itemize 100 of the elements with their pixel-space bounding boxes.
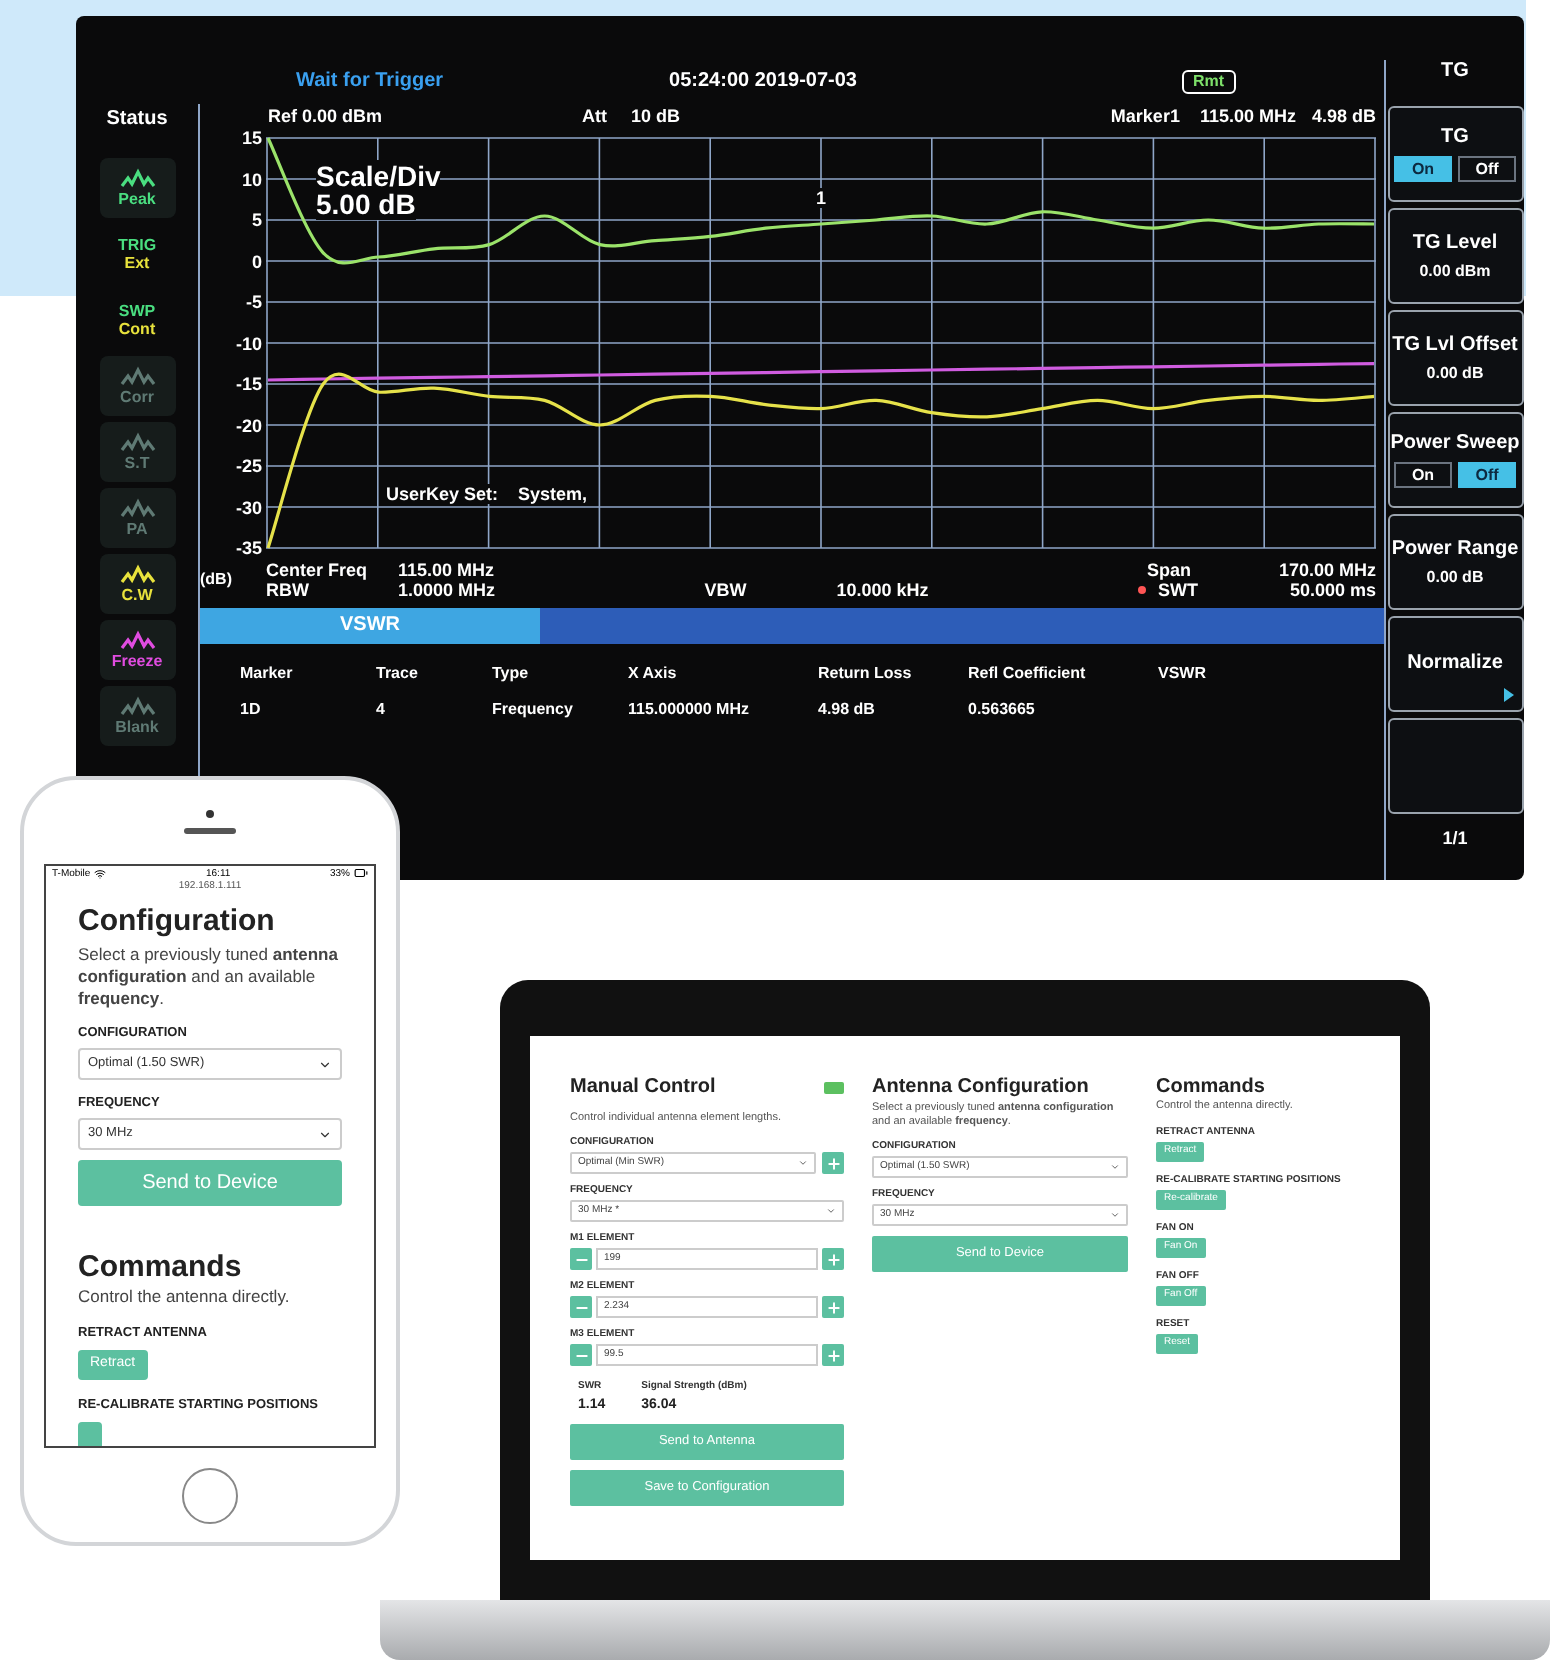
softkey-title: TG	[1441, 60, 1469, 86]
marker-number: 1	[816, 188, 827, 208]
softkey-label: Power Sweep	[1390, 432, 1520, 456]
column-header: Marker	[240, 664, 295, 684]
attenuation-value: 10 dB	[631, 106, 681, 126]
section-description: Select a previously tuned antenna configuration and an available frequency.	[78, 944, 340, 1010]
softkey-button[interactable]: TG Lvl Offset 0.00 dB	[1387, 310, 1523, 406]
increment-button[interactable]	[822, 1296, 844, 1318]
plus-icon	[825, 1347, 841, 1363]
setting-label: RBW	[266, 580, 311, 600]
chevron-down-icon	[318, 1057, 332, 1071]
setting-value: 50.000 ms	[1289, 580, 1376, 600]
status-label: Peak	[118, 190, 156, 208]
home-button[interactable]	[182, 1467, 238, 1523]
column-header: Refl Coefficient	[968, 664, 1088, 684]
chevron-down-icon	[318, 1127, 332, 1141]
axis-tick-label: 5	[251, 210, 262, 230]
status-indicator[interactable]: Blank	[99, 686, 175, 746]
speaker-grille	[184, 828, 236, 834]
table-cell-text: 115.000000 MHz	[628, 700, 751, 720]
status-label: Blank	[115, 718, 159, 736]
decrement-button[interactable]	[570, 1248, 592, 1270]
softkey-button[interactable]: Power Range 0.00 dB	[1387, 514, 1523, 610]
userkey-value: System,	[518, 484, 588, 504]
axis-tick-label: -15	[235, 374, 262, 394]
attenuation-label: Att	[582, 106, 608, 126]
column-header: Return Loss	[818, 664, 914, 684]
remote-badge: Rmt	[1181, 70, 1237, 94]
status-label: C.W	[121, 586, 153, 604]
column-header: Type	[492, 664, 531, 684]
increment-button[interactable]	[822, 1248, 844, 1270]
section-description: Control the antenna directly.	[78, 1286, 292, 1308]
axis-tick-label: -5	[245, 292, 262, 312]
table-cell-text: Frequency	[492, 700, 575, 720]
marker-value: 4.98 dB	[1311, 106, 1376, 126]
status-indicator[interactable]: C.W	[99, 554, 175, 614]
axis-tick-label: -35	[235, 538, 262, 558]
status-label: PA	[126, 520, 148, 538]
status-indicator	[824, 1082, 844, 1094]
userkey-label: UserKey Set:	[386, 484, 499, 504]
axis-tick-label: 0	[251, 251, 262, 271]
column-header: Trace	[376, 664, 420, 684]
axis-tick-label: 10	[241, 169, 262, 189]
marker-frequency: 115.00 MHz	[1199, 106, 1296, 126]
section-title: Antenna Configuration	[872, 1076, 1091, 1100]
chevron-down-icon	[1110, 1210, 1120, 1220]
status-label: SWP	[118, 302, 156, 320]
axis-tick-label: -25	[235, 456, 262, 476]
softkey-label[interactable]: Normalize	[1407, 652, 1503, 676]
table-cell-text: 1D	[240, 700, 263, 720]
chevron-down-icon	[1110, 1162, 1120, 1172]
marker-label: Marker1	[1110, 106, 1180, 126]
decrement-button[interactable]	[570, 1344, 592, 1366]
softkey-label: TG	[1441, 126, 1469, 150]
status-indicator[interactable]: Peak	[99, 158, 175, 218]
status-indicator[interactable]: PA	[99, 488, 175, 548]
axis-tick-label: 15	[241, 128, 262, 148]
section-title: Configuration	[78, 904, 277, 940]
decrement-button[interactable]	[570, 1296, 592, 1318]
status-title: Status	[106, 108, 168, 132]
status-indicator[interactable]: Freeze	[99, 620, 175, 680]
scale-value: 5.00 dB	[316, 188, 416, 220]
setting-value: 115.00 MHz	[398, 560, 495, 580]
softkey-button[interactable]	[1387, 718, 1523, 814]
status-indicator[interactable]: Corr	[99, 356, 175, 416]
triangle-icon	[1503, 688, 1513, 702]
toggle-option[interactable]: On	[1394, 462, 1452, 488]
setting-value: 10.000 kHz	[836, 580, 929, 600]
status-indicator[interactable]: TRIG Ext	[99, 224, 175, 284]
wifi-icon	[94, 867, 107, 879]
axis-tick-label: -10	[235, 333, 262, 353]
chevron-down-icon	[826, 1206, 836, 1216]
toggle-option[interactable]: Off	[1458, 462, 1516, 488]
setting-label: Center Freq	[266, 560, 370, 580]
setting-label: Span	[1146, 560, 1193, 580]
table-cell-text: 4.98 dB	[818, 700, 877, 720]
table-cell-text: 4	[376, 700, 387, 720]
axis-tick-label: -20	[235, 415, 262, 435]
status-indicator[interactable]: SWP Cont	[99, 290, 175, 350]
setting-value: 1.0000 MHz	[398, 580, 496, 600]
table-cell-text: 0.563665	[968, 700, 1037, 720]
plus-icon	[825, 1299, 841, 1315]
status-label: S.T	[124, 454, 150, 472]
toggle-option[interactable]: On	[1394, 156, 1452, 182]
add-button[interactable]	[822, 1152, 844, 1174]
status-indicator[interactable]: S.T	[99, 422, 175, 482]
section-title: Commands	[1156, 1076, 1267, 1100]
plus-icon	[825, 1251, 841, 1267]
softkey-button[interactable]: TG Level 0.00 dBm	[1387, 208, 1523, 304]
battery-icon	[353, 866, 368, 880]
column-header: VSWR	[1158, 664, 1208, 684]
chevron-down-icon	[798, 1158, 808, 1168]
toggle-option[interactable]: Off	[1458, 156, 1516, 182]
section-title: Commands	[78, 1250, 244, 1286]
date-time: 05:24:00 2019-07-03	[669, 70, 857, 94]
status-value: Ext	[124, 254, 150, 272]
increment-button[interactable]	[822, 1344, 844, 1366]
axis-unit: (dB)	[200, 569, 232, 589]
reference-level: Ref 0.00 dBm	[268, 106, 383, 126]
scale-label: Scale/Div	[316, 160, 441, 192]
